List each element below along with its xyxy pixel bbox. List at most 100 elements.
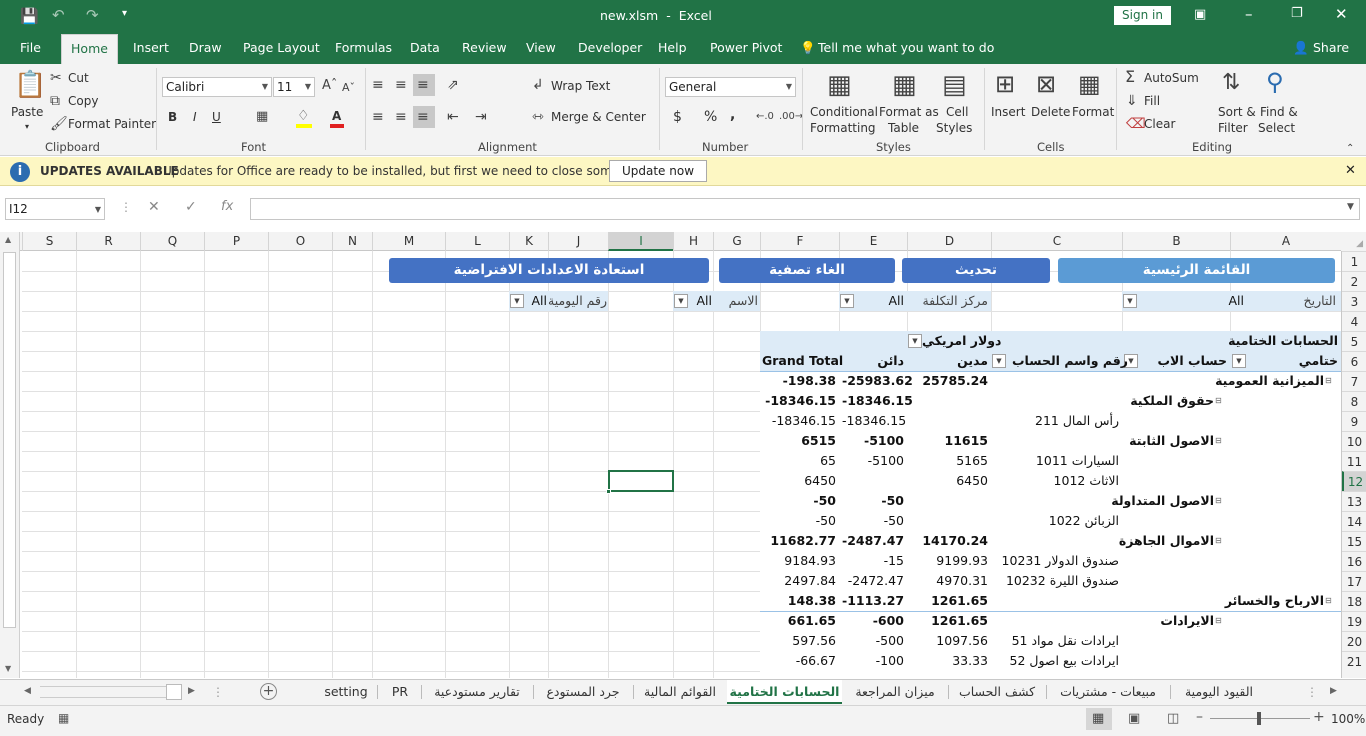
conditional-formatting-label[interactable]: Conditional — [810, 105, 878, 119]
tab-developer[interactable]: Developer — [578, 32, 642, 64]
pivot-row[interactable]: ايرادات نقل مواد 51 1097.56 -500 597.56 — [22, 631, 1341, 651]
increase-decimal-icon[interactable]: ←.0 — [756, 110, 774, 124]
name-box[interactable]: I12 ▼ — [5, 198, 105, 220]
column-header-o[interactable]: O — [268, 232, 332, 251]
cancel-entry-icon[interactable]: ✕ — [148, 199, 160, 215]
ribbon-display-icon[interactable]: ▣ — [1194, 7, 1206, 22]
normal-view-button[interactable]: ▦ — [1086, 708, 1112, 730]
align-middle-icon[interactable]: ≡ — [395, 78, 407, 92]
clear-button[interactable]: Clear — [1144, 117, 1175, 131]
scroll-down-icon[interactable]: ▼ — [5, 664, 11, 673]
pivot-row[interactable]: الايرادات ⊟ 1261.65 -600 661.65 — [22, 611, 1341, 631]
share-button[interactable]: Share — [1313, 32, 1349, 64]
sheet-tab-journal-entries[interactable]: القيود اليومية — [1173, 680, 1265, 704]
row-header[interactable]: 4 — [1342, 311, 1366, 331]
tab-draw[interactable]: Draw — [189, 32, 222, 64]
currency-field-dropdown[interactable]: ▼ — [908, 334, 922, 348]
row-header[interactable]: 20 — [1342, 631, 1366, 651]
row-header[interactable]: 14 — [1342, 511, 1366, 531]
column-header-c[interactable]: C — [991, 232, 1122, 251]
column-header-b[interactable]: B — [1122, 232, 1230, 251]
expand-formula-icon[interactable]: ▼ — [1347, 202, 1354, 212]
number-format-combo[interactable]: General ▼ — [665, 77, 796, 97]
insert-function-button[interactable]: fx — [221, 199, 233, 214]
column-header-k[interactable]: K — [509, 232, 548, 251]
formula-input[interactable] — [250, 198, 1360, 220]
select-all-corner[interactable]: ◢ — [1341, 232, 1366, 251]
autosum-button[interactable]: AutoSum — [1144, 71, 1199, 85]
delete-cells-button[interactable]: Delete — [1031, 105, 1070, 119]
find-select-label[interactable]: Find & — [1260, 105, 1298, 119]
tab-power-pivot[interactable]: Power Pivot — [710, 32, 782, 64]
pivot-row[interactable]: ايرادات بيع اصول 52 33.33 -100 -66.67 — [22, 651, 1341, 671]
format-painter-button[interactable]: Format Painter — [68, 117, 156, 131]
redo-icon[interactable]: ↷ — [86, 6, 99, 24]
column-header-m[interactable]: M — [372, 232, 445, 251]
pivot-row[interactable]: الزبائن 1022 -50 -50 — [22, 511, 1341, 531]
decrease-decimal-icon[interactable]: .00→ — [779, 110, 803, 124]
format-cells-button[interactable]: Format — [1072, 105, 1114, 119]
cell-styles-label[interactable]: Cell — [946, 105, 968, 119]
collapse-icon[interactable]: ⊟ — [1325, 371, 1332, 391]
filter-cost-center-dropdown[interactable]: ▼ — [840, 294, 854, 308]
font-size-combo[interactable]: 11 ▼ — [273, 77, 315, 97]
find-select-label2[interactable]: Select — [1258, 121, 1295, 135]
fill-handle[interactable] — [606, 489, 611, 494]
column-header-q[interactable]: Q — [140, 232, 204, 251]
collapse-icon[interactable]: ⊟ — [1215, 431, 1222, 451]
format-as-table-label[interactable]: Format as — [879, 105, 939, 119]
column-header-d[interactable]: D — [907, 232, 991, 251]
merge-center-button[interactable]: Merge & Center — [551, 110, 646, 124]
paste-button[interactable]: Paste — [11, 105, 43, 119]
pivot-row[interactable]: صندوق الدولار 10231 9199.93 -15 9184.93 — [22, 551, 1341, 571]
tab-home[interactable]: Home — [61, 34, 118, 64]
collapse-icon[interactable]: ⊟ — [1215, 531, 1222, 551]
pivot-row[interactable]: الاصول الثابتة ⊟ 11615 -5100 6515 — [22, 431, 1341, 451]
row-header[interactable]: 6 — [1342, 351, 1366, 371]
sheet-tab-account-statement[interactable]: كشف الحساب — [951, 680, 1043, 704]
horizontal-scrollbar-thumb[interactable] — [166, 684, 182, 700]
clear-filter-button[interactable]: الغاء تصفية — [719, 258, 895, 283]
scroll-right-icon[interactable]: ▶ — [188, 686, 195, 696]
row-header[interactable]: 2 — [1342, 271, 1366, 291]
wrap-text-button[interactable]: Wrap Text — [551, 79, 610, 93]
align-right-button[interactable]: ≡ — [413, 106, 435, 128]
tab-file[interactable]: File — [20, 32, 41, 64]
sort-filter-label2[interactable]: Filter — [1218, 121, 1248, 135]
tab-insert[interactable]: Insert — [133, 32, 169, 64]
collapse-ribbon-icon[interactable]: ⌃ — [1346, 142, 1354, 156]
tab-view[interactable]: View — [526, 32, 556, 64]
row-header[interactable]: 11 — [1342, 451, 1366, 471]
italic-button[interactable]: I — [193, 110, 197, 124]
sign-in-button[interactable]: Sign in — [1114, 6, 1171, 25]
scroll-up-icon[interactable]: ▲ — [5, 235, 11, 244]
final-field-dropdown[interactable]: ▼ — [1232, 354, 1246, 368]
zoom-level[interactable]: 100% — [1331, 712, 1365, 726]
decrease-indent-icon[interactable]: ⇤ — [447, 110, 459, 124]
row-header[interactable]: 16 — [1342, 551, 1366, 571]
tab-help[interactable]: Help — [658, 32, 687, 64]
scrollbar-thumb[interactable] — [3, 252, 16, 628]
update-now-button[interactable]: Update now — [609, 160, 707, 182]
cell-styles-label2[interactable]: Styles — [936, 121, 972, 135]
column-header-h[interactable]: H — [673, 232, 713, 251]
column-header-f[interactable]: F — [760, 232, 839, 251]
row-header[interactable]: 21 — [1342, 651, 1366, 671]
spreadsheet-grid[interactable]: القائمة الرئيسية تحديث الغاء تصفية استعا… — [22, 251, 1341, 678]
close-icon[interactable]: ✕ — [1335, 5, 1348, 23]
insert-cells-button[interactable]: Insert — [991, 105, 1025, 119]
cut-button[interactable]: Cut — [68, 71, 89, 85]
row-header[interactable]: 9 — [1342, 411, 1366, 431]
save-icon[interactable]: 💾 — [20, 7, 39, 25]
underline-button[interactable]: U — [212, 110, 221, 124]
page-layout-view-icon[interactable]: ▣ — [1128, 711, 1140, 726]
currency-button[interactable]: $ — [673, 109, 682, 125]
increase-font-icon[interactable]: Aˆ — [322, 79, 337, 93]
active-cell[interactable] — [608, 470, 674, 492]
tab-formulas[interactable]: Formulas — [335, 32, 392, 64]
account-field-dropdown[interactable]: ▼ — [992, 354, 1006, 368]
pivot-row[interactable]: حقوق الملكية ⊟ -18346.15 -18346.15 — [22, 391, 1341, 411]
increase-indent-icon[interactable]: ⇥ — [475, 110, 487, 124]
next-sheet-icon[interactable]: ▶ — [1330, 686, 1337, 696]
refresh-button[interactable]: تحديث — [902, 258, 1050, 283]
